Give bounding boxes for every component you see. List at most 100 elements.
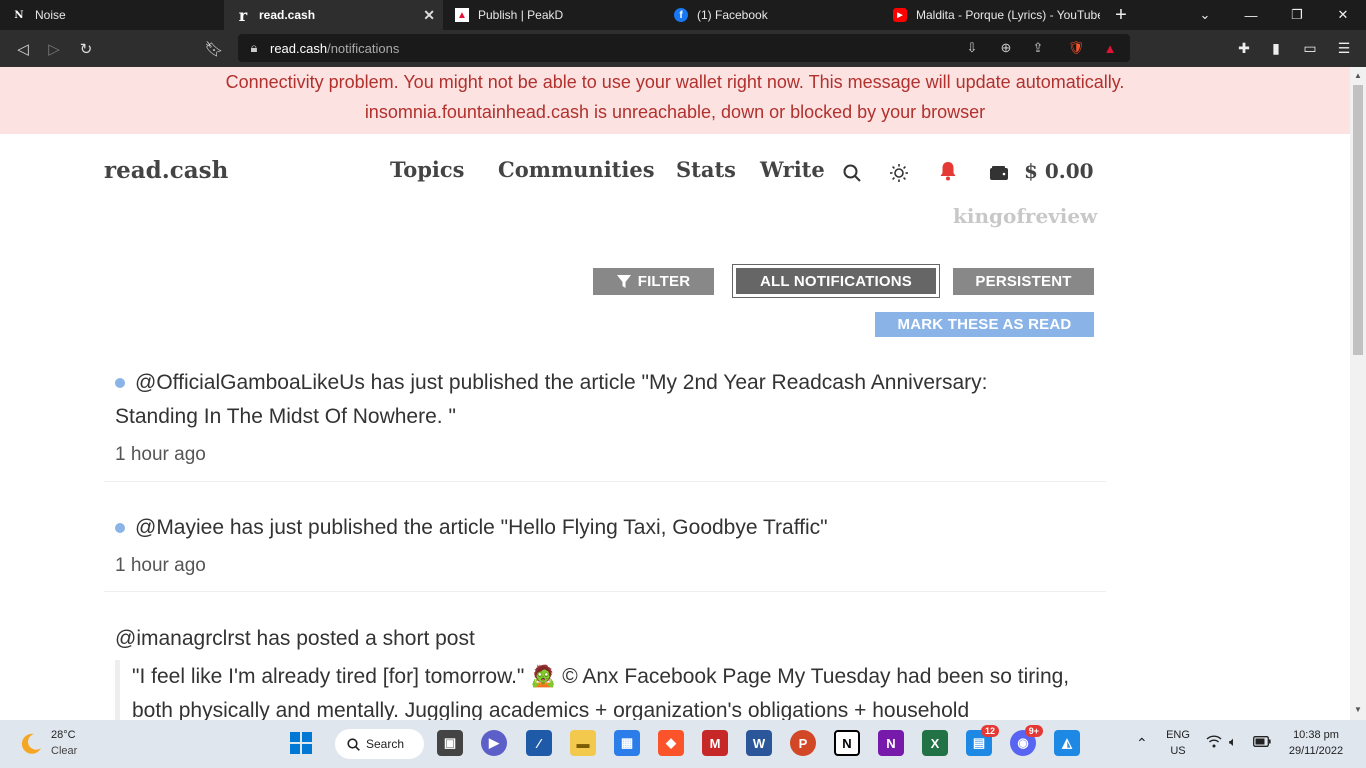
filter-label: FILTER (637, 273, 691, 290)
bookmark-icon[interactable]: 🔖︎ (203, 38, 225, 60)
brave-shields-icon[interactable]: 🛡︎ (1068, 40, 1085, 56)
tab-noise[interactable]: N Noise (0, 0, 224, 30)
notification-message[interactable]: @Mayiee has just published the article "… (135, 516, 828, 539)
tab-facebook[interactable]: f (1) Facebook (662, 0, 881, 30)
menu-icon[interactable]: ☰ (1334, 38, 1354, 58)
notification-bell-icon[interactable] (937, 160, 959, 182)
nav-stats[interactable]: Stats (676, 157, 736, 182)
site-logo[interactable]: read.cash (104, 157, 228, 184)
reload-icon[interactable]: ↻ (75, 38, 97, 60)
short-post-notification[interactable]: @imanagrclrst has posted a short post (115, 622, 1075, 656)
theme-toggle-icon[interactable] (888, 162, 910, 184)
search-icon[interactable] (841, 162, 863, 184)
moon-weather-icon[interactable] (18, 731, 44, 762)
tab-read-cash[interactable]: r read.cash ✕ (224, 0, 443, 30)
page-scrollbar[interactable]: ▲ ▼ (1350, 67, 1366, 720)
filter-button[interactable]: FILTER (593, 268, 714, 295)
teams-chat-icon[interactable]: ▶ (481, 730, 507, 756)
back-icon[interactable]: ◁ (12, 38, 34, 60)
youtube-favicon-icon: ▶ (893, 8, 907, 22)
persistent-label: PERSISTENT (975, 273, 1072, 290)
wallet-balance[interactable]: $ 0.00 (1024, 159, 1094, 183)
mark-read-button[interactable]: MARK THESE AS READ (875, 312, 1094, 337)
weather-description[interactable]: Clear (51, 745, 77, 757)
clock-time[interactable]: 10:38 pm (1286, 729, 1346, 741)
persistent-button[interactable]: PERSISTENT (953, 268, 1094, 295)
notification-item[interactable]: @Mayiee has just published the article "… (104, 513, 1106, 592)
all-notifications-button[interactable]: ALL NOTIFICATIONS (732, 264, 940, 298)
notification-text[interactable]: @OfficialGamboaLikeUs has just published… (115, 366, 1075, 434)
short-post-quote[interactable]: "I feel like I'm already tired [for] tom… (115, 660, 1095, 720)
filter-icon (616, 274, 631, 288)
nav-topics[interactable]: Topics (390, 157, 465, 182)
onenote-icon[interactable]: N (878, 730, 904, 756)
username-link[interactable]: kingofreview (953, 204, 1097, 228)
notification-item[interactable]: @OfficialGamboaLikeUs has just published… (104, 360, 1106, 482)
notification-message[interactable]: @OfficialGamboaLikeUs has just published… (115, 371, 988, 428)
zoom-icon[interactable]: ⊕ (998, 40, 1014, 56)
discord-icon[interactable]: ◉ 9+ (1010, 725, 1043, 756)
language-indicator[interactable]: ENG (1163, 729, 1193, 741)
photos-icon[interactable]: ◭ (1054, 730, 1080, 756)
show-hidden-icons-chevron-icon[interactable]: ⌃ (1136, 735, 1148, 752)
excel-icon[interactable]: X (922, 730, 948, 756)
tab-youtube[interactable]: ▶ Maldita - Porque (Lyrics) - YouTube (881, 0, 1100, 30)
wallet-icon[interactable]: ▭ (1300, 38, 1320, 58)
notification-message[interactable]: @imanagrclrst has posted a short post (115, 627, 475, 650)
discord-badge: 9+ (1024, 725, 1043, 737)
notion-icon[interactable]: N (834, 730, 860, 756)
microsoft-store-icon[interactable]: ▦ (614, 730, 640, 756)
scroll-up-icon[interactable]: ▲ (1354, 71, 1362, 80)
word-icon[interactable]: W (746, 730, 772, 756)
connectivity-banner: Connectivity problem. You might not be a… (0, 67, 1350, 134)
install-app-icon[interactable]: ⇩ (964, 40, 980, 56)
taskbar-search[interactable]: Search (335, 729, 424, 759)
tab-title: read.cash (259, 8, 316, 22)
sidebar-icon[interactable]: ▮ (1266, 38, 1286, 58)
wallet-icon[interactable] (988, 162, 1010, 184)
scrollbar-thumb[interactable] (1353, 85, 1363, 355)
maximize-button[interactable]: ❐ (1274, 0, 1320, 30)
weather-temperature[interactable]: 28°C (51, 729, 76, 741)
forward-icon[interactable]: ▷ (43, 38, 65, 60)
volume-icon[interactable]: 🔈︎ (1229, 734, 1237, 750)
banner-line-2: insomnia.fountainhead.cash is unreachabl… (364, 102, 986, 122)
lock-icon[interactable]: 🔒︎ (246, 40, 262, 56)
noise-favicon-icon: N (14, 9, 24, 21)
address-bar[interactable]: 🔒︎ read.cash/notifications ⇩ ⊕ ⇪ 🛡︎ ▲ (238, 34, 1130, 62)
windows-start-icon[interactable] (288, 730, 314, 756)
tab-search-chevron-icon[interactable]: ⌄ (1182, 0, 1228, 30)
url-domain: read.cash (270, 41, 328, 56)
close-tab-icon[interactable]: ✕ (423, 7, 435, 24)
read-cash-favicon-icon: r (238, 5, 248, 25)
nav-write[interactable]: Write (760, 157, 825, 182)
banner-line-1: Connectivity problem. You might not be a… (225, 72, 1125, 92)
region-indicator[interactable]: US (1163, 745, 1193, 757)
new-tab-button[interactable]: + (1098, 0, 1144, 30)
notification-text[interactable]: @Mayiee has just published the article "… (115, 511, 1075, 545)
code-editor-icon[interactable]: ⁄ (526, 730, 552, 756)
url-path: /notifications (327, 41, 400, 56)
tab-peakd[interactable]: ▲ Publish | PeakD (443, 0, 662, 30)
url-text: read.cash/notifications (270, 41, 399, 56)
unread-dot-icon (115, 523, 125, 533)
close-window-button[interactable]: ✕ (1320, 0, 1366, 30)
task-view-icon[interactable]: ▣ (437, 730, 463, 756)
notification-time: 1 hour ago (115, 555, 206, 576)
brave-rewards-icon[interactable]: ▲ (1102, 40, 1118, 56)
browser-toolbar: ◁ ▷ ↻ 🔖︎ 🔒︎ read.cash/notifications ⇩ ⊕ … (0, 30, 1366, 67)
scroll-down-icon[interactable]: ▼ (1354, 705, 1362, 714)
mcafee-icon[interactable]: M (702, 730, 728, 756)
clock-date[interactable]: 29/11/2022 (1286, 745, 1346, 757)
file-explorer-icon[interactable]: ▬ (570, 730, 596, 756)
peakd-favicon-icon: ▲ (455, 8, 469, 22)
share-icon[interactable]: ⇪ (1030, 40, 1046, 56)
powerpoint-icon[interactable]: P (790, 730, 816, 756)
extensions-icon[interactable]: ✚ (1234, 38, 1254, 58)
nav-communities[interactable]: Communities (498, 157, 655, 182)
minimize-button[interactable]: — (1228, 0, 1274, 30)
battery-icon[interactable] (1253, 736, 1271, 750)
wifi-icon[interactable] (1206, 735, 1222, 751)
brave-browser-icon[interactable]: ◆ (658, 730, 684, 756)
teams-icon[interactable]: ▤ 12 (966, 725, 999, 756)
